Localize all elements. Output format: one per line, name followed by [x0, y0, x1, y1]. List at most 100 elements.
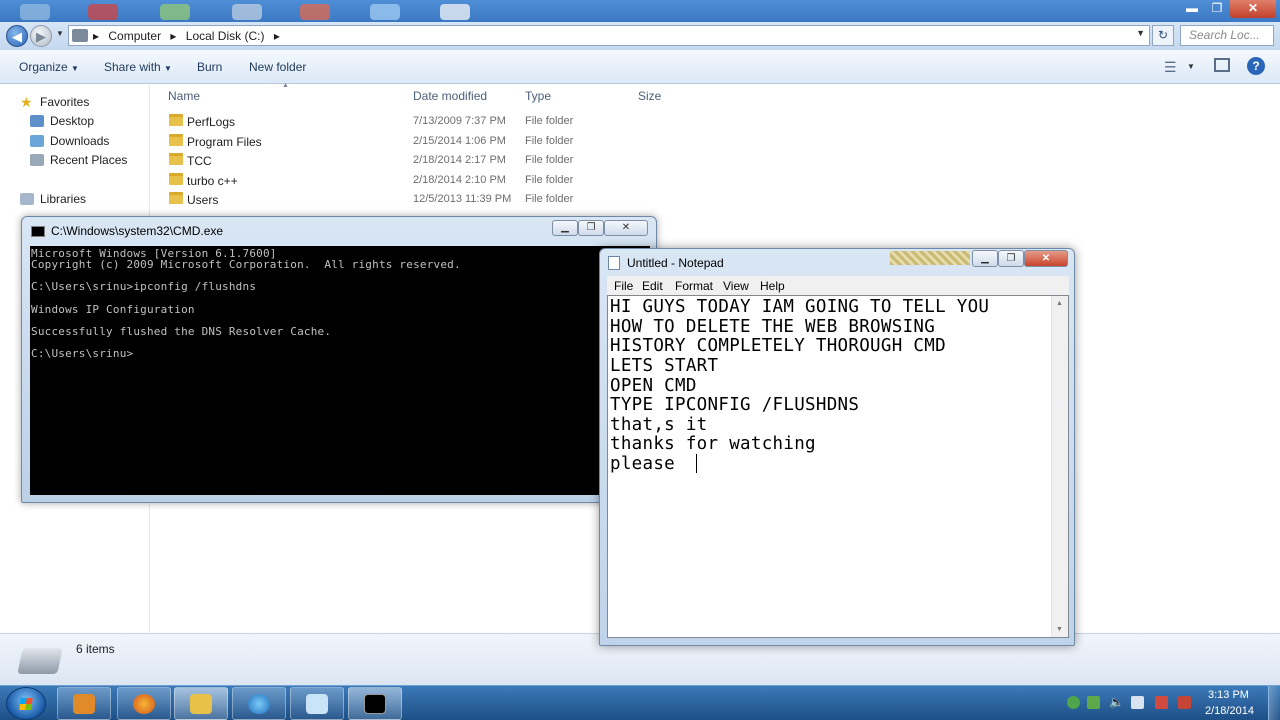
new-folder-button[interactable]: New folder [249, 60, 306, 74]
taskbar-firefox[interactable] [117, 687, 171, 720]
text-line: HISTORY COMPLETELY THOROUGH CMD [610, 336, 946, 356]
taskbar-cmd[interactable] [348, 687, 402, 720]
file-name: PerfLogs [187, 115, 236, 129]
table-row[interactable]: Users 12/5/2013 11:39 PM File folder [152, 190, 752, 210]
maximize-button[interactable]: ❐ [1205, 0, 1229, 18]
help-icon[interactable]: ? [1247, 57, 1265, 75]
recent-places-icon [30, 154, 44, 166]
background-window-icons [0, 0, 520, 22]
maximize-button[interactable]: ❐ [578, 220, 604, 236]
scroll-up-icon[interactable]: ▲ [1056, 300, 1063, 307]
table-row[interactable]: PerfLogs 7/13/2009 7:37 PM File folder [152, 112, 752, 132]
update-icon[interactable] [1087, 696, 1100, 709]
menu-help[interactable]: Help [760, 279, 785, 293]
burn-button[interactable]: Burn [197, 60, 222, 74]
menu-file[interactable]: File [614, 279, 633, 293]
share-with-menu[interactable]: Share with ▼ [104, 60, 172, 74]
volume-icon[interactable]: 🔈 [1109, 695, 1124, 709]
file-date: 2/15/2014 1:06 PM [413, 135, 506, 147]
console-line: Windows IP Configuration [31, 303, 195, 316]
menu-edit[interactable]: Edit [642, 279, 663, 293]
console-line: Copyright (c) 2009 Microsoft Corporation… [31, 258, 461, 271]
table-row[interactable]: turbo c++ 2/18/2014 2:10 PM File folder [152, 171, 752, 191]
security-shield-icon[interactable] [1067, 696, 1080, 709]
history-dropdown-icon[interactable]: ▼ [56, 29, 64, 38]
file-name: TCC [187, 154, 212, 168]
minimize-button[interactable]: ▁ [972, 250, 998, 267]
refresh-button[interactable]: ↻ [1152, 25, 1174, 46]
desktop-shortcut-icon [440, 4, 470, 20]
scroll-down-icon[interactable]: ▼ [1056, 626, 1063, 633]
folder-icon [169, 134, 183, 146]
notepad-window[interactable]: Untitled - Notepad ▁ ❐ ✕ File Edit Forma… [599, 248, 1075, 646]
notepad-icon [608, 256, 620, 270]
address-bar[interactable]: ▸ Computer ▸ Local Disk (C:) ▸ ▼ [68, 25, 1150, 46]
minimize-button[interactable]: ▁ [552, 220, 578, 236]
menu-format[interactable]: Format [675, 279, 713, 293]
column-header-date-modified[interactable]: Date modified [413, 89, 487, 103]
breadcrumb-local-disk[interactable]: Local Disk (C:) [186, 29, 265, 43]
desktop-shortcut-icon [160, 4, 190, 20]
taskbar-explorer[interactable] [174, 687, 228, 720]
column-header-size[interactable]: Size [638, 89, 661, 103]
start-button[interactable] [6, 687, 46, 720]
sidebar-item-desktop[interactable]: Desktop [30, 114, 94, 128]
view-options-icon[interactable]: ☰ [1164, 59, 1177, 76]
console-icon [31, 226, 45, 237]
close-button[interactable]: ✕ [1024, 250, 1068, 267]
forward-arrow-icon[interactable]: ▶ [30, 25, 52, 47]
back-arrow-icon[interactable]: ◀ [6, 25, 28, 47]
windows-start-icon [19, 698, 33, 710]
maximize-button[interactable]: ❐ [998, 250, 1024, 267]
breadcrumb-separator-icon[interactable]: ▸ [170, 29, 176, 43]
folder-icon [169, 153, 183, 165]
organize-menu[interactable]: Organize ▼ [19, 60, 79, 74]
sidebar-item-libraries[interactable]: Libraries [20, 192, 86, 206]
search-input[interactable]: Search Loc... [1180, 25, 1274, 46]
breadcrumb-computer[interactable]: Computer [108, 29, 161, 43]
notification-icon[interactable] [1178, 696, 1191, 709]
preview-pane-icon[interactable] [1214, 58, 1230, 72]
close-button[interactable]: ✕ [1230, 0, 1276, 18]
cmd-window[interactable]: C:\Windows\system32\CMD.exe ▁ ❐ ✕ Micros… [21, 216, 657, 503]
clock-time[interactable]: 3:13 PM [1208, 689, 1249, 701]
chevron-down-icon[interactable]: ▼ [1187, 62, 1195, 71]
organize-label: Organize [19, 60, 68, 74]
internet-explorer-icon [248, 694, 270, 714]
breadcrumb: ▸ Computer ▸ Local Disk (C:) ▸ [93, 29, 286, 43]
network-icon[interactable] [1131, 696, 1144, 709]
taskbar-internet-explorer[interactable] [232, 687, 286, 720]
taskbar-media-player[interactable] [57, 687, 111, 720]
desktop-shortcut-icon [232, 4, 262, 20]
action-center-icon[interactable] [1155, 696, 1168, 709]
column-header-type[interactable]: Type [525, 89, 551, 103]
show-desktop-button[interactable] [1268, 686, 1280, 720]
notepad-text-area[interactable]: HI GUYS TODAY IAM GOING TO TELL YOU HOW … [607, 295, 1069, 638]
sidebar-item-downloads[interactable]: Downloads [30, 134, 109, 148]
menu-view[interactable]: View [723, 279, 749, 293]
table-row[interactable]: Program Files 2/15/2014 1:06 PM File fol… [152, 132, 752, 152]
desktop-shortcut-icon [20, 4, 50, 20]
sidebar-item-favorites[interactable]: ★ Favorites [20, 94, 89, 110]
file-type: File folder [525, 115, 574, 127]
address-dropdown-icon[interactable]: ▼ [1136, 28, 1145, 38]
minimize-button[interactable]: ▬ [1180, 0, 1204, 18]
share-with-label: Share with [104, 60, 161, 74]
taskbar-notepad[interactable] [290, 687, 344, 720]
sidebar-item-recent-places[interactable]: Recent Places [30, 153, 127, 167]
file-type: File folder [525, 154, 574, 166]
console-output[interactable]: Microsoft Windows [Version 6.1.7600] Cop… [30, 246, 650, 495]
close-button[interactable]: ✕ [604, 220, 648, 236]
vertical-scrollbar[interactable]: ▲ ▼ [1051, 296, 1068, 637]
table-row[interactable]: TCC 2/18/2014 2:17 PM File folder [152, 151, 752, 171]
chevron-down-icon: ▼ [164, 64, 172, 73]
explorer-title-bar[interactable]: ▬ ❐ ✕ [0, 0, 1280, 22]
text-line: TYPE IPCONFIG /FLUSHDNS [610, 395, 860, 415]
downloads-icon [30, 135, 44, 147]
sort-ascending-icon: ▲ [282, 82, 289, 89]
column-header-name[interactable]: Name [168, 89, 200, 103]
breadcrumb-separator-icon[interactable]: ▸ [274, 29, 280, 43]
file-list: Name ▲ Date modified Type Size PerfLogs … [152, 82, 752, 225]
clock-date[interactable]: 2/18/2014 [1205, 705, 1254, 717]
star-icon: ★ [20, 94, 33, 110]
